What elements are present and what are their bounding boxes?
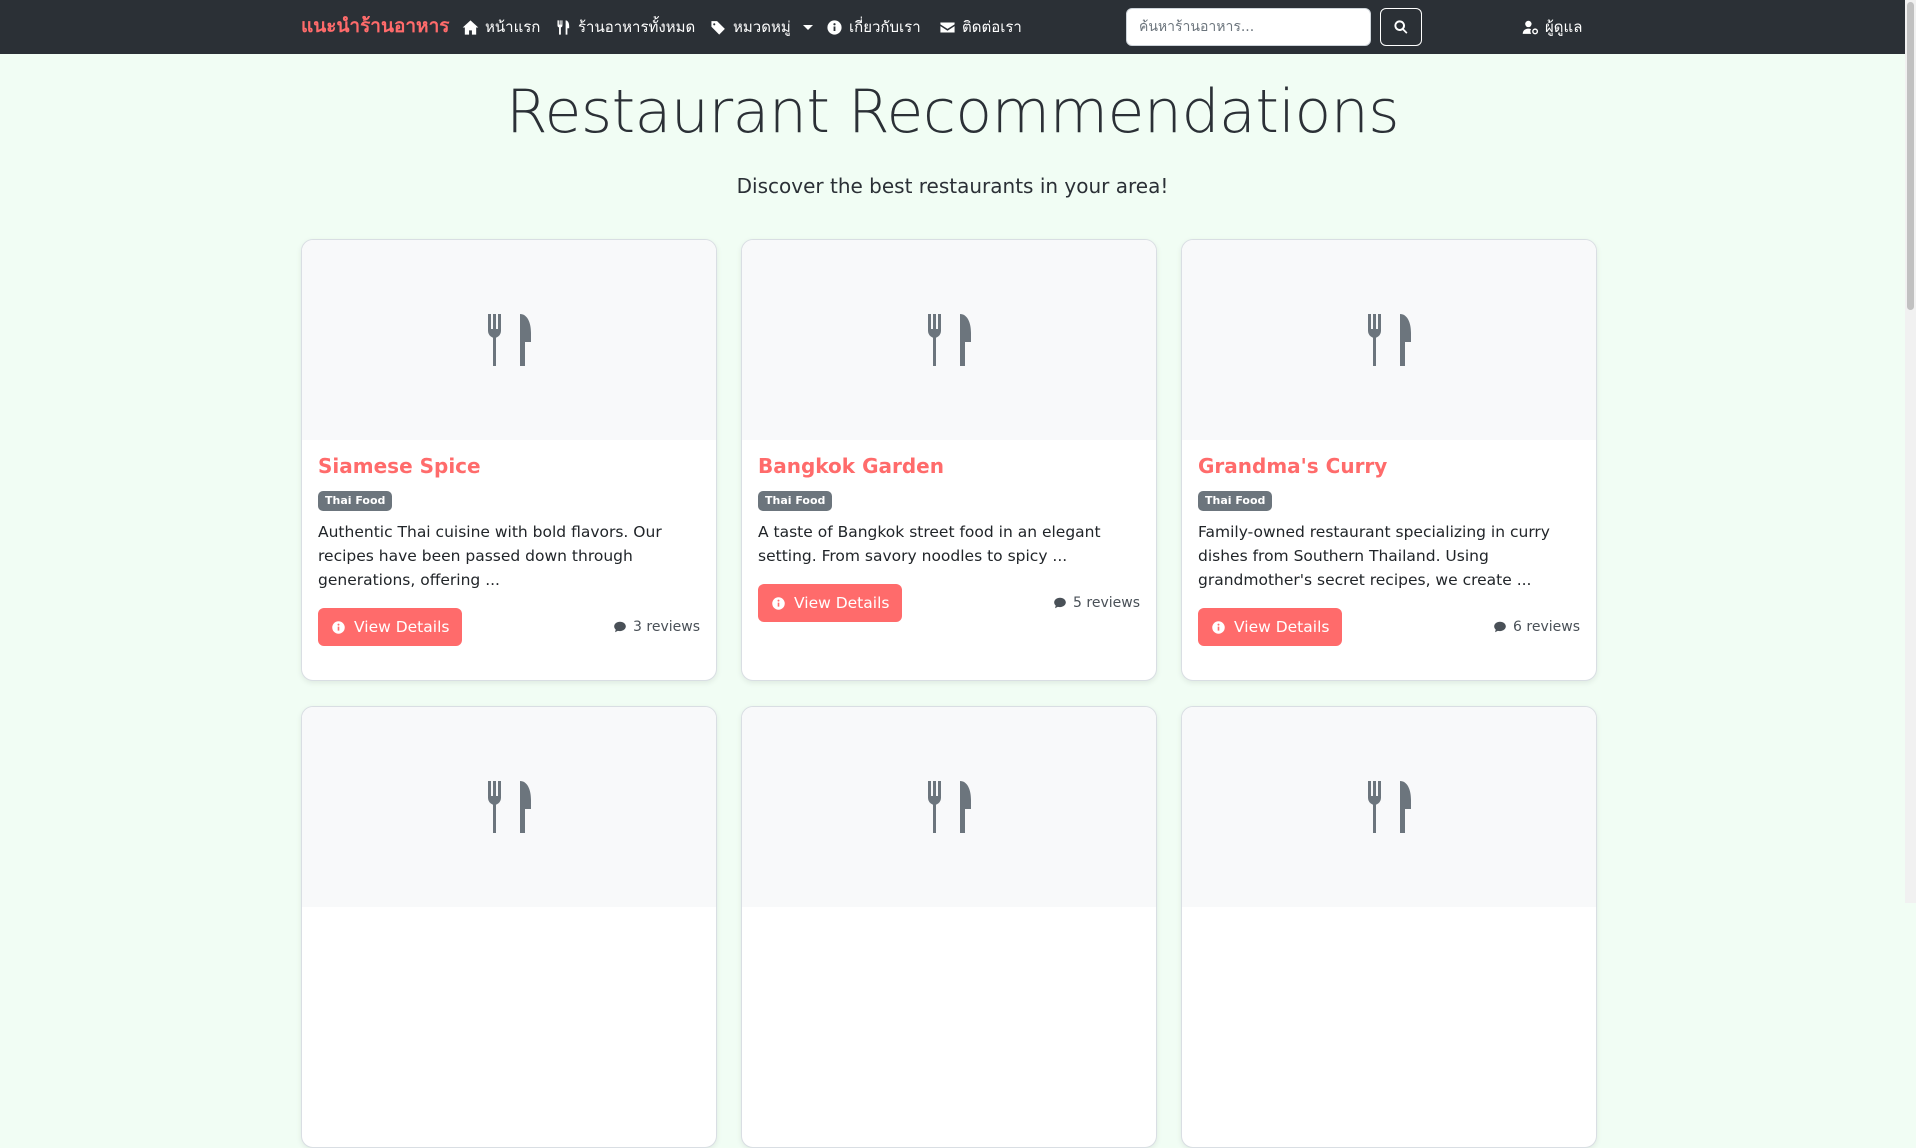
nav-dropdown-categories[interactable]: หมวดหมู่ — [710, 15, 813, 39]
restaurant-name-link[interactable]: Grandma's Curry — [1198, 452, 1387, 480]
review-count: 3 reviews — [613, 617, 700, 637]
navbar: แนะนำร้านอาหาร หน้าแรก ร้านอาหารทั้งหมด … — [0, 0, 1905, 54]
utensils-icon — [1368, 781, 1411, 833]
search-button[interactable] — [1380, 8, 1422, 46]
category-badge: Thai Food — [1198, 491, 1273, 511]
view-details-button[interactable]: View Details — [318, 608, 463, 646]
nav-link-label: ติดต่อเรา — [962, 18, 1022, 36]
home-icon — [462, 19, 479, 35]
brand-logo[interactable]: แนะนำร้านอาหาร — [301, 13, 449, 39]
nav-link-restaurants[interactable]: ร้านอาหารทั้งหมด — [555, 15, 695, 39]
restaurant-description: A taste of Bangkok street food in an ele… — [758, 523, 1101, 565]
view-details-label: View Details — [354, 618, 450, 636]
restaurant-description: Authentic Thai cuisine with bold flavors… — [318, 523, 662, 589]
restaurant-card: Bangkok Garden Thai Food A taste of Bang… — [741, 239, 1157, 681]
restaurant-description: Family-owned restaurant specializing in … — [1198, 523, 1550, 589]
scrollbar-thumb[interactable] — [1907, 2, 1914, 310]
nav-link-label: ร้านอาหารทั้งหมด — [578, 18, 696, 36]
tags-icon — [711, 20, 725, 35]
card-image-placeholder — [1182, 707, 1596, 907]
restaurant-card: Grandma's Curry Thai Food Family-owned r… — [1181, 239, 1597, 681]
nav-link-contact[interactable]: ติดต่อเรา — [939, 15, 1022, 39]
review-count: 5 reviews — [1053, 593, 1140, 613]
utensils-icon — [1368, 314, 1411, 366]
card-image-placeholder — [1182, 240, 1596, 440]
comment-icon — [1054, 597, 1066, 609]
utensils-icon — [488, 781, 531, 833]
category-badge: Thai Food — [758, 491, 833, 511]
restaurant-card: Siamese Spice Thai Food Authentic Thai c… — [301, 239, 717, 681]
utensils-icon — [928, 314, 971, 366]
category-badge: Thai Food — [318, 491, 393, 511]
restaurant-card — [301, 706, 717, 1148]
info-circle-icon — [772, 596, 785, 610]
view-details-button[interactable]: View Details — [1198, 608, 1343, 646]
search-icon — [1394, 20, 1408, 34]
page-title: Restaurant Recommendations — [505, 77, 1400, 147]
review-count-label: 3 reviews — [633, 619, 700, 635]
caret-down-icon — [802, 24, 813, 30]
admin-link[interactable]: ผู้ดูแล — [1522, 15, 1582, 39]
nav-link-label: เกี่ยวกับเรา — [849, 18, 921, 36]
nav-link-label: หมวดหมู่ — [733, 18, 791, 36]
utensils-icon — [557, 19, 570, 35]
user-gear-icon — [1522, 20, 1539, 34]
restaurant-name-link[interactable]: Siamese Spice — [318, 452, 481, 480]
nav-link-home[interactable]: หน้าแรก — [462, 15, 540, 39]
comment-icon — [614, 621, 626, 633]
card-image-placeholder — [302, 707, 716, 907]
view-details-button[interactable]: View Details — [758, 584, 903, 622]
review-count-label: 5 reviews — [1073, 595, 1140, 611]
view-details-label: View Details — [794, 594, 890, 612]
comment-icon — [1494, 621, 1506, 633]
utensils-icon — [928, 781, 971, 833]
vertical-scrollbar[interactable] — [1905, 0, 1916, 903]
page-subtitle: Discover the best restaurants in your ar… — [736, 174, 1169, 198]
nav-link-label: หน้าแรก — [485, 18, 541, 36]
utensils-icon — [488, 314, 531, 366]
card-image-placeholder — [742, 707, 1156, 907]
restaurant-card — [1181, 706, 1597, 1148]
review-count: 6 reviews — [1493, 617, 1580, 637]
view-details-label: View Details — [1234, 618, 1330, 636]
envelope-icon — [940, 22, 955, 32]
review-count-label: 6 reviews — [1513, 619, 1580, 635]
search-input[interactable] — [1126, 8, 1371, 46]
card-image-placeholder — [302, 240, 716, 440]
restaurant-card — [741, 706, 1157, 1148]
info-circle-icon — [1212, 620, 1225, 634]
nav-link-about[interactable]: เกี่ยวกับเรา — [826, 15, 921, 39]
info-circle-icon — [332, 620, 345, 634]
card-image-placeholder — [742, 240, 1156, 440]
restaurant-name-link[interactable]: Bangkok Garden — [758, 452, 944, 480]
info-circle-icon — [827, 19, 842, 35]
admin-label: ผู้ดูแล — [1545, 18, 1583, 36]
